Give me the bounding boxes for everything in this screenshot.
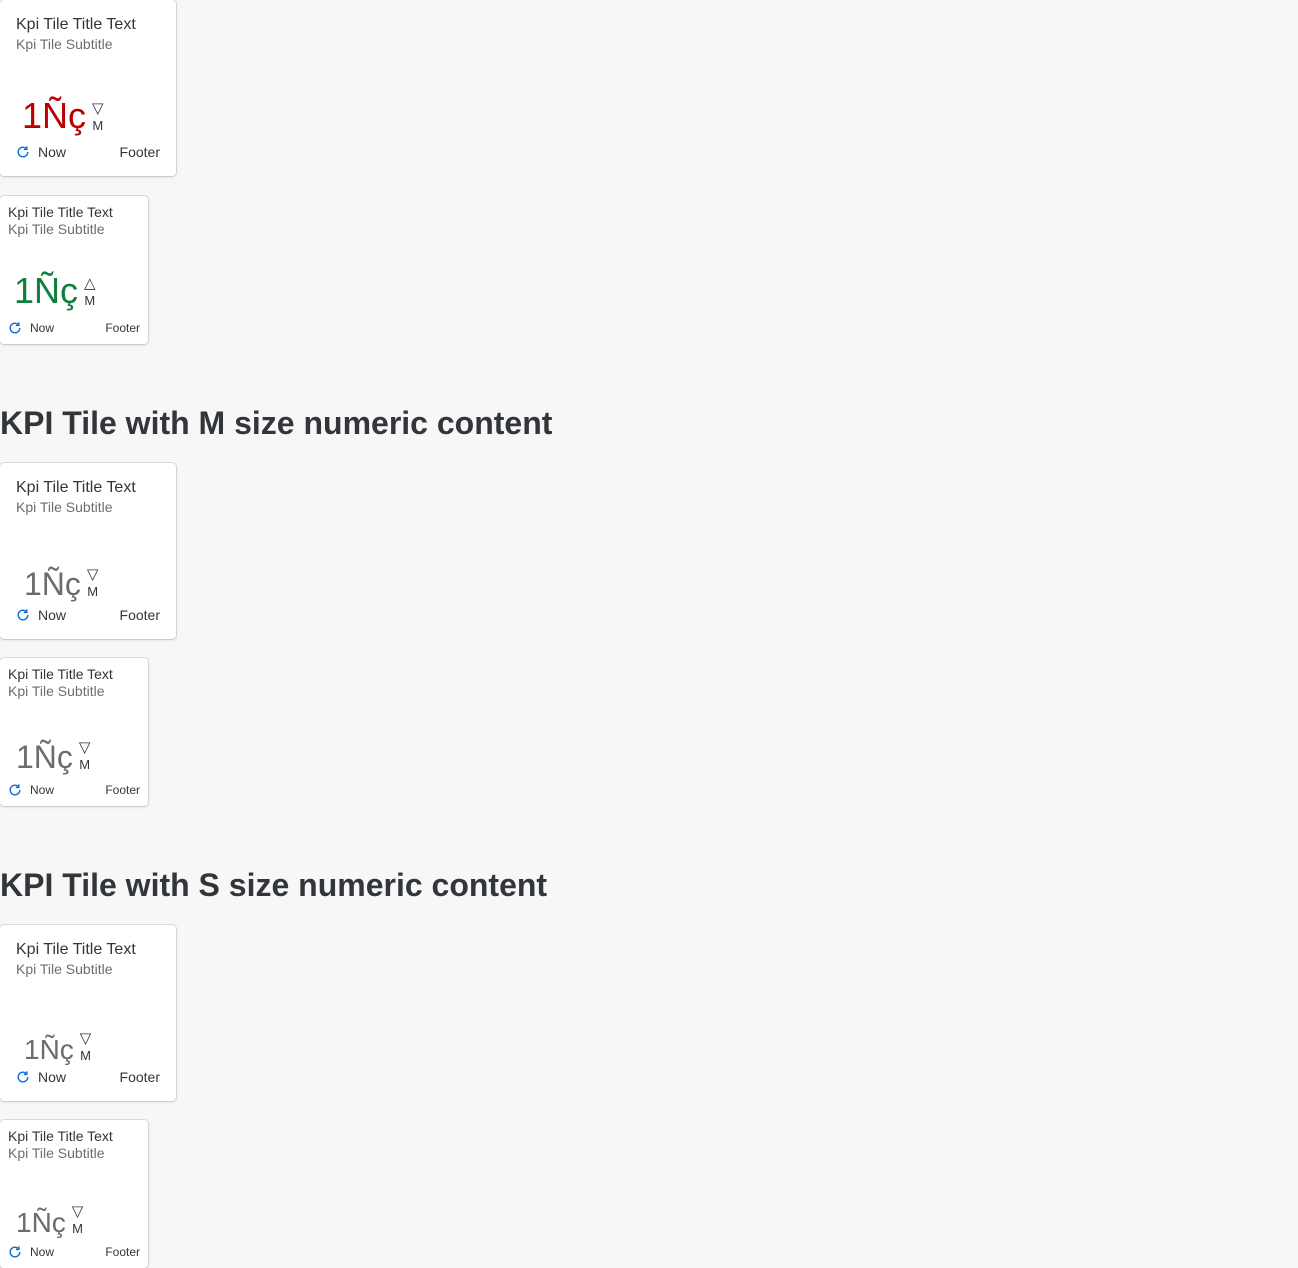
kpi-tile-m-large[interactable]: Kpi Tile Title Text Kpi Tile Subtitle 1Ñ…	[0, 463, 176, 639]
tile-footer: Footer	[105, 321, 140, 335]
kpi-tile-l-small[interactable]: Kpi Tile Title Text Kpi Tile Subtitle 1Ñ…	[0, 196, 148, 344]
kpi-value: 1Ñç	[22, 95, 87, 136]
kpi-tile-m-small[interactable]: Kpi Tile Title Text Kpi Tile Subtitle 1Ñ…	[0, 658, 148, 806]
refresh-label: Now	[38, 144, 67, 160]
tile-subtitle: Kpi Tile Subtitle	[16, 499, 113, 515]
tile-title: Kpi Tile Title Text	[16, 941, 136, 958]
kpi-content: 1Ñç ▽ M	[16, 740, 90, 773]
kpi-tile-s-small[interactable]: Kpi Tile Title Text Kpi Tile Subtitle 1Ñ…	[0, 1120, 148, 1268]
tile-subtitle: Kpi Tile Subtitle	[8, 221, 105, 237]
refresh-icon	[17, 146, 29, 158]
refresh-icon	[9, 322, 21, 334]
tile-footer: Footer	[105, 1245, 140, 1259]
tile-title: Kpi Tile Title Text	[8, 204, 113, 220]
tile-footer-row: Now Footer	[8, 321, 140, 335]
tile-title: Kpi Tile Title Text	[8, 1128, 113, 1144]
kpi-content: 1Ñç ▽ M	[24, 567, 98, 600]
tile-title: Kpi Tile Title Text	[16, 479, 136, 496]
kpi-value: 1Ñç	[14, 270, 79, 311]
tile-footer: Footer	[119, 607, 160, 623]
tile-footer: Footer	[119, 144, 160, 160]
tile-title: Kpi Tile Title Text	[8, 666, 113, 682]
refresh-label: Now	[38, 1069, 67, 1085]
kpi-content: 1Ñç ▽ M	[22, 98, 104, 134]
tile-subtitle: Kpi Tile Subtitle	[16, 36, 113, 52]
tile-footer-row: Now Footer	[8, 783, 140, 797]
kpi-value: 1Ñç	[16, 1207, 66, 1238]
kpi-value: 1Ñç	[24, 1034, 74, 1065]
refresh-label: Now	[30, 321, 55, 335]
kpi-tile-l-large[interactable]: Kpi Tile Title Text Kpi Tile Subtitle 1Ñ…	[0, 0, 176, 176]
tile-footer-row: Now Footer	[16, 144, 160, 160]
kpi-scale: M	[87, 584, 99, 599]
kpi-scale: M	[92, 118, 104, 133]
tile-footer-row: Now Footer	[16, 1069, 160, 1085]
section-title-m-size: KPI Tile with M size numeric content	[0, 405, 553, 441]
tile-subtitle: Kpi Tile Subtitle	[16, 961, 113, 977]
refresh-icon	[17, 609, 29, 621]
refresh-label: Now	[38, 607, 67, 623]
tile-subtitle: Kpi Tile Subtitle	[8, 683, 105, 699]
trend-down-icon: ▽	[86, 566, 99, 583]
refresh-label: Now	[30, 783, 55, 797]
trend-down-icon: ▽	[71, 1203, 84, 1220]
kpi-value: 1Ñç	[16, 739, 73, 775]
kpi-tile-s-large[interactable]: Kpi Tile Title Text Kpi Tile Subtitle 1Ñ…	[0, 925, 176, 1101]
tile-title: Kpi Tile Title Text	[16, 16, 136, 33]
trend-up-icon: △	[84, 275, 96, 292]
kpi-scale: M	[79, 757, 91, 772]
tile-footer-row: Now Footer	[16, 607, 160, 623]
kpi-scale: M	[72, 1221, 83, 1236]
section-title-s-size: KPI Tile with S size numeric content	[0, 867, 548, 903]
tile-footer-row: Now Footer	[8, 1245, 140, 1259]
refresh-icon	[9, 784, 21, 796]
tile-subtitle: Kpi Tile Subtitle	[8, 1145, 105, 1161]
refresh-icon	[17, 1071, 29, 1083]
kpi-content: 1Ñç △ M	[14, 273, 96, 309]
trend-down-icon: ▽	[78, 739, 91, 756]
tile-footer: Footer	[105, 783, 140, 797]
tile-footer: Footer	[119, 1069, 160, 1085]
refresh-icon	[9, 1246, 21, 1258]
refresh-label: Now	[30, 1245, 55, 1259]
kpi-scale: M	[84, 293, 96, 308]
trend-down-icon: ▽	[79, 1030, 92, 1047]
kpi-value: 1Ñç	[24, 566, 81, 602]
trend-down-icon: ▽	[92, 100, 104, 117]
kpi-content: 1Ñç ▽ M	[24, 1031, 91, 1064]
kpi-scale: M	[80, 1048, 91, 1063]
kpi-content: 1Ñç ▽ M	[16, 1204, 83, 1237]
